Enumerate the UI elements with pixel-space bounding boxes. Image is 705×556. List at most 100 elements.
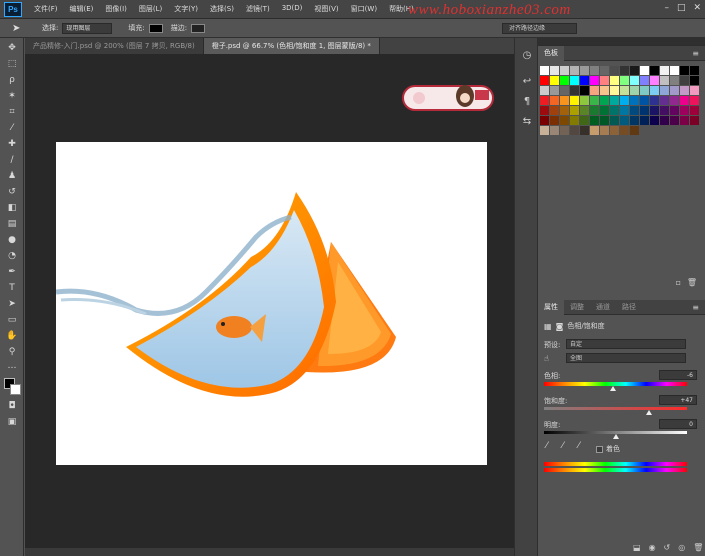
close-icon[interactable]: ✕ xyxy=(693,3,701,13)
color-swatch[interactable] xyxy=(660,66,669,75)
color-swatch[interactable] xyxy=(590,106,599,115)
magic-wand-icon[interactable]: ✶ xyxy=(4,90,20,102)
color-swatch[interactable] xyxy=(540,76,549,85)
tab-adjustments[interactable]: 调整 xyxy=(564,300,590,315)
color-swatch[interactable] xyxy=(640,96,649,105)
color-swatch[interactable] xyxy=(620,76,629,85)
color-swatch[interactable] xyxy=(550,116,559,125)
color-swatch[interactable] xyxy=(690,86,699,95)
menu-item[interactable]: 图像(I) xyxy=(99,4,133,14)
color-swatch[interactable] xyxy=(650,86,659,95)
color-swatch[interactable] xyxy=(550,96,559,105)
color-swatch[interactable] xyxy=(540,96,549,105)
new-swatch-icon[interactable]: ▫ xyxy=(676,278,681,287)
history-brush-icon[interactable]: ↺ xyxy=(4,186,20,198)
color-swatch[interactable] xyxy=(550,76,559,85)
color-swatch[interactable] xyxy=(560,116,569,125)
color-swatch[interactable] xyxy=(650,76,659,85)
visibility-icon[interactable]: ◎ xyxy=(678,543,685,552)
color-swatch[interactable] xyxy=(610,116,619,125)
color-swatch[interactable] xyxy=(690,76,699,85)
preset-dropdown[interactable]: 自定 xyxy=(566,339,686,349)
color-swatch[interactable] xyxy=(650,116,659,125)
color-swatch[interactable] xyxy=(650,66,659,75)
color-swatch[interactable] xyxy=(670,96,679,105)
color-swatch[interactable] xyxy=(550,66,559,75)
color-swatch[interactable] xyxy=(630,66,639,75)
color-swatch[interactable] xyxy=(570,96,579,105)
color-swatch[interactable] xyxy=(640,106,649,115)
channel-dropdown[interactable]: 全图 xyxy=(566,353,686,363)
menu-item[interactable]: 选择(S) xyxy=(204,4,240,14)
color-swatch[interactable] xyxy=(600,116,609,125)
color-swatch[interactable] xyxy=(660,86,669,95)
color-swatch[interactable] xyxy=(570,116,579,125)
color-swatch[interactable] xyxy=(640,116,649,125)
color-swatch[interactable] xyxy=(630,116,639,125)
color-swatch[interactable] xyxy=(560,106,569,115)
hand-tool-icon[interactable]: ✋ xyxy=(4,330,20,342)
color-swatch[interactable] xyxy=(670,66,679,75)
adjust-panel-icon[interactable]: ⇆ xyxy=(520,116,534,130)
marquee-tool-icon[interactable]: ⬚ xyxy=(4,58,20,70)
color-swatch[interactable] xyxy=(680,116,689,125)
menu-item[interactable]: 编辑(E) xyxy=(64,4,100,14)
canvas-workspace[interactable] xyxy=(25,54,514,548)
rectangle-tool-icon[interactable]: ▭ xyxy=(4,314,20,326)
color-swatch[interactable] xyxy=(610,106,619,115)
color-swatch[interactable] xyxy=(680,66,689,75)
menu-item[interactable]: 文件(F) xyxy=(28,4,64,14)
color-swatch[interactable] xyxy=(630,106,639,115)
color-swatch[interactable] xyxy=(560,66,569,75)
menu-item[interactable]: 文字(Y) xyxy=(168,4,204,14)
color-swatch[interactable] xyxy=(640,86,649,95)
lightness-slider-thumb[interactable] xyxy=(612,434,619,439)
color-swatch[interactable] xyxy=(600,126,609,135)
color-swatch[interactable] xyxy=(630,76,639,85)
eyedropper-plus-icon[interactable]: ⁄ xyxy=(562,441,564,451)
color-swatch[interactable] xyxy=(540,126,549,135)
color-swatch[interactable] xyxy=(620,96,629,105)
color-swatch[interactable] xyxy=(560,76,569,85)
blur-tool-icon[interactable]: ● xyxy=(4,234,20,246)
fill-swatch[interactable] xyxy=(148,23,163,33)
color-swatch[interactable] xyxy=(600,106,609,115)
color-swatches[interactable] xyxy=(4,378,22,396)
character-panel-icon[interactable]: ¶ xyxy=(520,96,534,110)
zoom-tool-icon[interactable]: ⚲ xyxy=(4,346,20,358)
menu-item[interactable]: 3D(D) xyxy=(276,4,309,14)
panel-menu-icon[interactable]: ≡ xyxy=(692,49,699,58)
color-swatch[interactable] xyxy=(660,106,669,115)
colorize-checkbox[interactable] xyxy=(596,445,603,453)
hue-value[interactable]: -6 xyxy=(659,370,697,380)
color-swatch[interactable] xyxy=(590,96,599,105)
crop-tool-icon[interactable]: ⌗ xyxy=(4,106,20,118)
color-swatch[interactable] xyxy=(680,86,689,95)
menu-item[interactable]: 视图(V) xyxy=(308,4,344,14)
eyedropper-icon[interactable]: ⁄ xyxy=(546,441,548,451)
color-swatch[interactable] xyxy=(590,86,599,95)
path-select-tool-icon[interactable]: ➤ xyxy=(12,23,26,34)
delete-swatch-icon[interactable]: 🗑 xyxy=(687,278,697,287)
select-dropdown[interactable]: 现用图层 xyxy=(62,22,113,34)
color-swatch[interactable] xyxy=(540,66,549,75)
color-swatch[interactable] xyxy=(580,96,589,105)
color-swatch[interactable] xyxy=(650,106,659,115)
color-swatch[interactable] xyxy=(650,96,659,105)
align-edges-field[interactable]: 对齐路径边缘 xyxy=(502,23,577,34)
color-swatch[interactable] xyxy=(620,116,629,125)
tab-paths[interactable]: 路径 xyxy=(616,300,642,315)
color-swatch[interactable] xyxy=(580,116,589,125)
tab-channels[interactable]: 通道 xyxy=(590,300,616,315)
saturation-slider-thumb[interactable] xyxy=(646,410,653,415)
color-swatch[interactable] xyxy=(570,66,579,75)
color-swatch[interactable] xyxy=(690,96,699,105)
color-swatch[interactable] xyxy=(630,86,639,95)
color-swatch[interactable] xyxy=(600,96,609,105)
lightness-value[interactable]: 0 xyxy=(659,419,697,429)
color-swatch[interactable] xyxy=(540,116,549,125)
color-swatch[interactable] xyxy=(600,76,609,85)
color-swatch[interactable] xyxy=(640,76,649,85)
quick-mask-icon[interactable]: ◘ xyxy=(4,400,20,412)
delete-adjustment-icon[interactable]: 🗑 xyxy=(693,543,703,552)
